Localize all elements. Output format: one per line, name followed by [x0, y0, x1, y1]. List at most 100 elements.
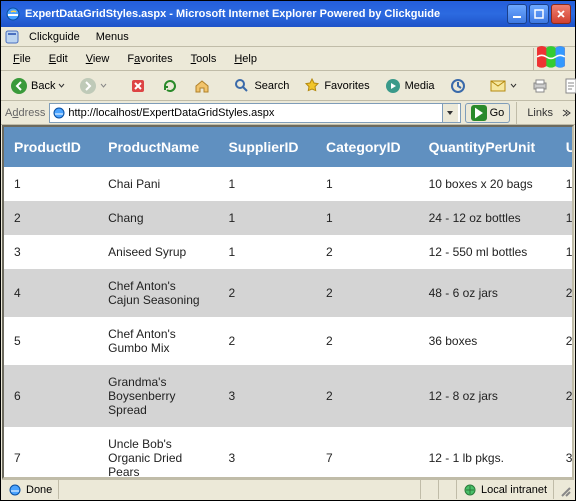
zone-text: Local intranet: [481, 484, 547, 496]
table-cell: 2: [218, 317, 316, 365]
stop-button[interactable]: [124, 74, 152, 98]
star-icon: [303, 77, 321, 95]
chevron-down-icon: [58, 82, 65, 89]
menu-edit[interactable]: Edit: [41, 51, 76, 67]
table-row[interactable]: 6Grandma's Boysenberry Spread3212 - 8 oz…: [4, 365, 572, 427]
browser-viewport: ProductID ProductName SupplierID Categor…: [2, 125, 574, 479]
table-cell: 2: [316, 317, 419, 365]
menu-tools[interactable]: Tools: [183, 51, 225, 67]
table-cell: 10 boxes x 20 bags: [419, 167, 556, 201]
col-categoryid[interactable]: CategoryID: [316, 127, 419, 167]
chevron-down-icon: [510, 82, 517, 89]
table-cell: 7: [4, 427, 98, 477]
back-label: Back: [31, 80, 55, 92]
stop-icon: [129, 77, 147, 95]
history-button[interactable]: [444, 74, 472, 98]
table-cell: Grandma's Boysenberry Spread: [98, 365, 218, 427]
table-row[interactable]: 5Chef Anton's Gumbo Mix2236 boxes21.3500: [4, 317, 572, 365]
table-cell: 10.0000: [556, 235, 572, 269]
go-button[interactable]: Go: [465, 103, 511, 123]
table-cell: 24 - 12 oz bottles: [419, 201, 556, 235]
history-icon: [449, 77, 467, 95]
table-cell: 1: [218, 167, 316, 201]
mail-button[interactable]: [484, 74, 522, 98]
status-spacer: [59, 480, 421, 499]
status-zone-panel: Local intranet: [457, 480, 554, 499]
col-unitprice[interactable]: UnitPrice: [556, 127, 572, 167]
table-cell: 12 - 8 oz jars: [419, 365, 556, 427]
table-cell: 7: [316, 427, 419, 477]
table-cell: Chang: [98, 201, 218, 235]
status-done-panel: Done: [2, 480, 59, 499]
window-titlebar: ExpertDataGridStyles.aspx - Microsoft In…: [1, 1, 575, 27]
col-supplierid[interactable]: SupplierID: [218, 127, 316, 167]
table-cell: 1: [218, 201, 316, 235]
minimize-button[interactable]: [507, 4, 527, 24]
media-icon: [384, 77, 402, 95]
address-bar: Address Go Links: [1, 101, 575, 125]
table-cell: 48 - 6 oz jars: [419, 269, 556, 317]
refresh-icon: [161, 77, 179, 95]
table-row[interactable]: 2Chang1124 - 12 oz bottles19.0000: [4, 201, 572, 235]
table-cell: 2: [316, 235, 419, 269]
col-productname[interactable]: ProductName: [98, 127, 218, 167]
url-input[interactable]: [66, 107, 441, 119]
links-expand-icon[interactable]: [561, 108, 571, 118]
maximize-button[interactable]: [529, 4, 549, 24]
data-grid: ProductID ProductName SupplierID Categor…: [4, 127, 572, 477]
table-row[interactable]: 3Aniseed Syrup1212 - 550 ml bottles10.00…: [4, 235, 572, 269]
links-label[interactable]: Links: [523, 107, 557, 119]
col-productid[interactable]: ProductID: [4, 127, 98, 167]
menu-favorites[interactable]: Favorites: [119, 51, 180, 67]
menu-help[interactable]: Help: [226, 51, 265, 67]
search-icon: [233, 77, 251, 95]
table-cell: 3: [218, 365, 316, 427]
edit-button[interactable]: [558, 74, 576, 98]
media-button[interactable]: Media: [379, 74, 440, 98]
address-dropdown[interactable]: [442, 104, 458, 122]
favorites-button[interactable]: Favorites: [298, 74, 374, 98]
clickguide-toolbar: Clickguide Menus: [1, 27, 575, 47]
chevron-down-icon: [100, 82, 107, 89]
clickguide-menu[interactable]: Clickguide: [23, 29, 86, 45]
status-bar: Done Local intranet: [2, 479, 574, 499]
clickguide-menus-menu[interactable]: Menus: [90, 29, 135, 45]
table-cell: 3: [218, 427, 316, 477]
home-icon: [193, 77, 211, 95]
menu-file[interactable]: File: [5, 51, 39, 67]
scroll-area[interactable]: ProductID ProductName SupplierID Categor…: [4, 127, 572, 477]
refresh-button[interactable]: [156, 74, 184, 98]
table-cell: 1: [316, 167, 419, 201]
search-button[interactable]: Search: [228, 74, 294, 98]
menu-view[interactable]: View: [78, 51, 118, 67]
page-icon: [52, 106, 66, 120]
status-empty-1: [421, 480, 439, 499]
table-cell: Chai Pani: [98, 167, 218, 201]
table-cell: 2: [4, 201, 98, 235]
header-row: ProductID ProductName SupplierID Categor…: [4, 127, 572, 167]
table-row[interactable]: 7Uncle Bob's Organic Dried Pears3712 - 1…: [4, 427, 572, 477]
table-cell: 1: [4, 167, 98, 201]
table-row[interactable]: 1Chai Pani1110 boxes x 20 bags18.0000: [4, 167, 572, 201]
home-button[interactable]: [188, 74, 216, 98]
clickguide-icon: [5, 30, 19, 44]
table-cell: 1: [218, 235, 316, 269]
close-button[interactable]: [551, 4, 571, 24]
table-cell: 2: [316, 269, 419, 317]
media-label: Media: [405, 80, 435, 92]
favorites-label: Favorites: [324, 80, 369, 92]
back-button[interactable]: Back: [5, 74, 70, 98]
table-cell: 19.0000: [556, 201, 572, 235]
print-button[interactable]: [526, 74, 554, 98]
status-empty-2: [439, 480, 457, 499]
address-field[interactable]: [49, 103, 460, 123]
col-qpu[interactable]: QuantityPerUnit: [419, 127, 556, 167]
search-label: Search: [254, 80, 289, 92]
forward-button[interactable]: [74, 74, 112, 98]
table-row[interactable]: 4Chef Anton's Cajun Seasoning2248 - 6 oz…: [4, 269, 572, 317]
back-icon: [10, 77, 28, 95]
forward-icon: [79, 77, 97, 95]
menubar: File Edit View Favorites Tools Help: [1, 47, 575, 71]
address-label: Address: [5, 107, 45, 119]
resize-grip-icon[interactable]: [556, 482, 572, 498]
